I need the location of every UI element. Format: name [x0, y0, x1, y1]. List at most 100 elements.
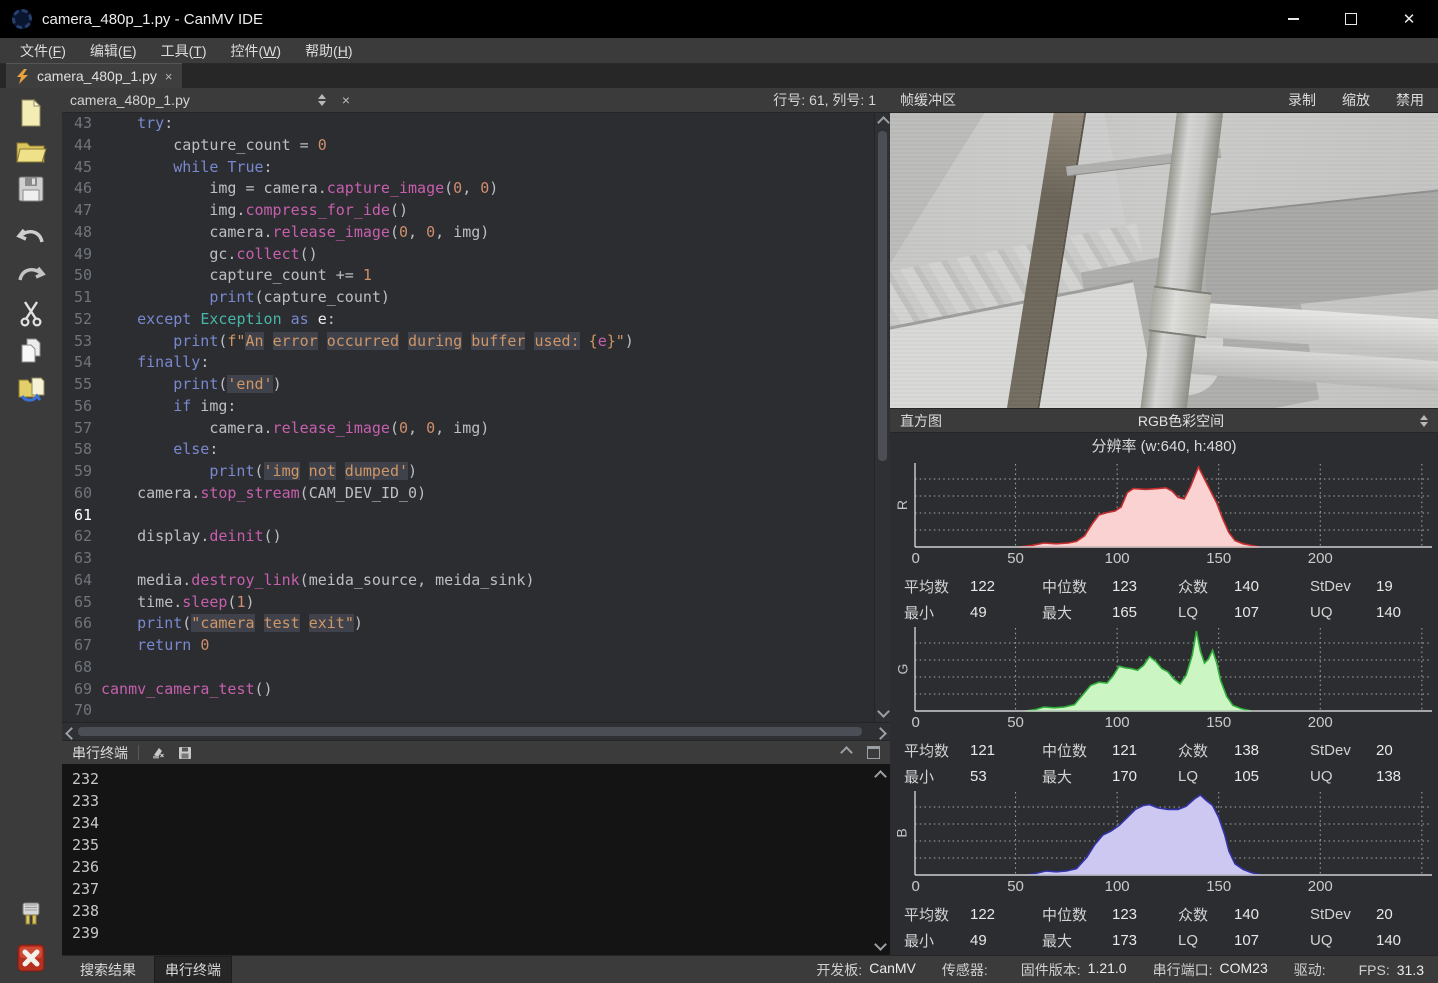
framebuffer-action-录制[interactable]: 录制: [1288, 90, 1316, 110]
stat-label: 最小: [904, 602, 970, 623]
colorspace-spinner-icon[interactable]: [1420, 415, 1438, 427]
terminal-scroll-up-icon[interactable]: [874, 770, 887, 783]
framebuffer-action-禁用[interactable]: 禁用: [1396, 90, 1424, 110]
channel-R: R050100150200平均数122中位数123众数140StDev19最小4…: [890, 461, 1438, 625]
stat-label: 众数: [1178, 904, 1234, 925]
undo-button[interactable]: [10, 218, 52, 256]
token: gc.: [209, 245, 236, 263]
stats-row: 平均数121中位数121众数138StDev20: [890, 737, 1438, 763]
tab-close-icon[interactable]: ×: [165, 69, 173, 84]
document-selector-spinner[interactable]: [318, 94, 326, 106]
x-tick: 200: [1308, 550, 1333, 567]
vscroll-thumb[interactable]: [878, 131, 887, 461]
token: (): [390, 201, 408, 219]
terminal-save-button[interactable]: [178, 746, 192, 760]
minimize-button[interactable]: [1264, 0, 1322, 38]
token: "camera: [191, 614, 254, 632]
open-file-button[interactable]: [10, 132, 52, 170]
new-file-icon: [17, 98, 45, 128]
token: 0: [426, 419, 435, 437]
scroll-down-icon[interactable]: [877, 705, 890, 718]
menu-item-T[interactable]: 工具(T): [149, 38, 219, 64]
statusbar-tab-搜索结果[interactable]: 搜索结果: [70, 957, 146, 983]
token: deinit: [209, 527, 263, 545]
colorspace-select[interactable]: RGB色彩空间: [942, 411, 1420, 431]
stat-value: 138: [1234, 742, 1310, 759]
app-logo-icon: [12, 9, 32, 29]
token: release_image: [273, 419, 390, 437]
code-line-58: 58else:: [62, 439, 874, 461]
token: test: [264, 614, 300, 632]
status-field: FPS:31.3: [1359, 962, 1424, 978]
terminal-scroll-down-icon[interactable]: [874, 938, 887, 951]
new-file-button[interactable]: [10, 94, 52, 132]
token: 0: [399, 223, 408, 241]
framebuffer-action-缩放[interactable]: 缩放: [1342, 90, 1370, 110]
code-line-60: 60camera.stop_stream(CAM_DEV_ID_0): [62, 483, 874, 505]
token: release_image: [273, 223, 390, 241]
line-content: camera.release_image(0, 0, img): [101, 418, 489, 440]
status-field-label: 固件版本:: [1021, 960, 1081, 980]
hscroll-thumb[interactable]: [78, 727, 862, 736]
stop-icon: [16, 943, 46, 973]
menu-item-W[interactable]: 控件(W): [219, 38, 294, 64]
line-number: 48: [62, 222, 101, 244]
terminal-detach-icon[interactable]: [867, 746, 880, 759]
line-content: img.compress_for_ide(): [101, 200, 408, 222]
stat-value: 173: [1112, 932, 1178, 949]
line-content: return 0: [101, 635, 209, 657]
title-bar: camera_480p_1.py - CanMV IDE ✕: [0, 0, 1438, 38]
token: (: [444, 179, 453, 197]
token: [399, 332, 408, 350]
line-content: print(capture_count): [101, 287, 390, 309]
terminal-collapse-icon[interactable]: [840, 746, 853, 759]
copy-button[interactable]: [10, 332, 52, 370]
maximize-button[interactable]: [1322, 0, 1380, 38]
code-line-67: 67return 0: [62, 635, 874, 657]
chart-row: G: [890, 625, 1438, 713]
editor-vscrollbar[interactable]: [874, 113, 890, 722]
line-number: 52: [62, 309, 101, 331]
x-tick: 200: [1308, 714, 1333, 731]
editor-hscrollbar[interactable]: [62, 722, 890, 740]
stat-label: StDev: [1310, 742, 1376, 759]
scroll-right-icon[interactable]: [874, 727, 887, 740]
menu-item-F[interactable]: 文件(F): [8, 38, 78, 64]
framebuffer-image[interactable]: [890, 113, 1438, 408]
chart-row: R: [890, 461, 1438, 549]
connect-button[interactable]: [10, 895, 52, 933]
token: (): [300, 245, 318, 263]
redo-button[interactable]: [10, 256, 52, 294]
stat-value: 49: [970, 604, 1042, 621]
save-file-button[interactable]: [10, 170, 52, 208]
tab-camera-480p-1[interactable]: camera_480p_1.py ×: [6, 63, 182, 88]
line-number: 51: [62, 287, 101, 309]
serial-terminal[interactable]: 232233234235236237238239: [62, 764, 890, 955]
close-button[interactable]: ✕: [1380, 0, 1438, 38]
cut-button[interactable]: [10, 294, 52, 332]
framebuffer-header: 帧缓冲区 录制缩放禁用: [890, 88, 1438, 113]
canmv-ide-window: camera_480p_1.py - CanMV IDE ✕ 文件(F)编辑(E…: [0, 0, 1438, 983]
stop-button[interactable]: [10, 939, 52, 977]
line-number: 61: [62, 505, 101, 527]
token: img = camera.: [209, 179, 326, 197]
scroll-up-icon[interactable]: [877, 116, 890, 129]
editor-split-close-icon[interactable]: ×: [342, 92, 350, 108]
line-number: 44: [62, 135, 101, 157]
menu-item-E[interactable]: 编辑(E): [78, 38, 149, 64]
token: dumped': [345, 462, 408, 480]
token: ): [354, 614, 363, 632]
code-area[interactable]: 43try:44capture_count = 045while True:46…: [62, 113, 874, 722]
x-tick: 100: [1105, 878, 1130, 895]
menu-item-H[interactable]: 帮助(H): [293, 38, 364, 64]
chart-row: B: [890, 789, 1438, 877]
terminal-clear-button[interactable]: [151, 745, 166, 760]
paste-button[interactable]: [10, 370, 52, 408]
line-number: 53: [62, 331, 101, 353]
token: print: [209, 288, 254, 306]
token: canmv_camera_test: [101, 680, 255, 698]
token: while: [173, 158, 227, 176]
statusbar-tab-串行终端[interactable]: 串行终端: [154, 956, 232, 983]
token: print: [137, 614, 182, 632]
scroll-left-icon[interactable]: [65, 727, 78, 740]
